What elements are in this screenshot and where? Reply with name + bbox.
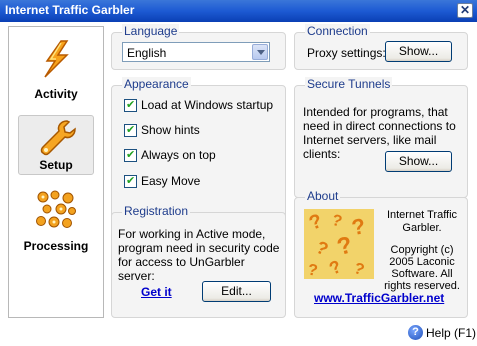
sidebar-item-activity[interactable]: Activity <box>9 31 103 103</box>
sidebar-item-processing[interactable]: Processing <box>9 187 103 257</box>
group-title: Secure Tunnels <box>305 77 393 91</box>
checkbox-label: Show hints <box>141 123 200 137</box>
sidebar-item-setup[interactable]: Setup <box>18 115 94 175</box>
about-app-name: Internet Traffic Garbler. <box>386 209 458 234</box>
close-icon[interactable]: ✕ <box>457 3 473 18</box>
checkbox[interactable] <box>124 123 137 137</box>
sidebar-item-label: Activity <box>34 87 78 101</box>
proxy-settings-label: Proxy settings: <box>307 46 386 60</box>
checkbox-label: Always on top <box>141 148 216 162</box>
help-icon[interactable]: ? <box>408 325 423 340</box>
sidebar: Activity Setup Processing <box>8 26 104 318</box>
group-title: Language <box>122 24 180 38</box>
checkbox-label: Load at Windows startup <box>141 98 274 112</box>
group-title: Appearance <box>122 77 191 91</box>
tunnels-show-button[interactable]: Show... <box>385 151 452 172</box>
checkbox-label: Easy Move <box>141 174 201 188</box>
lightning-icon <box>44 40 69 78</box>
about-copyright: Copyright (c) 2005 Laconic Software. All… <box>384 244 460 292</box>
title-bar[interactable]: Internet Traffic Garbler ✕ <box>0 0 477 22</box>
chevron-down-icon[interactable] <box>252 44 268 60</box>
checkbox[interactable] <box>124 148 137 162</box>
website-link[interactable]: www.TrafficGarbler.net <box>314 291 444 305</box>
window-title: Internet Traffic Garbler <box>5 3 135 17</box>
sidebar-item-label: Processing <box>23 239 89 253</box>
status-bar: ? Help (F1) <box>0 322 477 346</box>
group-title: Registration <box>122 204 191 218</box>
sidebar-item-label: Setup <box>39 158 73 172</box>
proxy-show-button[interactable]: Show... <box>385 41 452 62</box>
help-label[interactable]: Help (F1) <box>426 326 476 340</box>
main-window: Activity Setup Processing Language Engli… <box>0 22 477 346</box>
registration-text: For working in Active mode, program need… <box>118 227 280 283</box>
get-it-link[interactable]: Get it <box>141 285 172 299</box>
wrench-icon <box>40 120 76 156</box>
checkbox[interactable] <box>124 174 137 188</box>
about-logo-image: ? ? ? ? ? ? ? ? <box>304 209 374 279</box>
group-title: About <box>305 189 341 203</box>
edit-button[interactable]: Edit... <box>202 281 271 302</box>
checkbox[interactable] <box>124 98 137 112</box>
language-select[interactable]: English <box>122 42 270 62</box>
language-select-value: English <box>127 46 167 60</box>
group-title: Connection <box>305 24 370 38</box>
gears-icon <box>36 190 76 228</box>
